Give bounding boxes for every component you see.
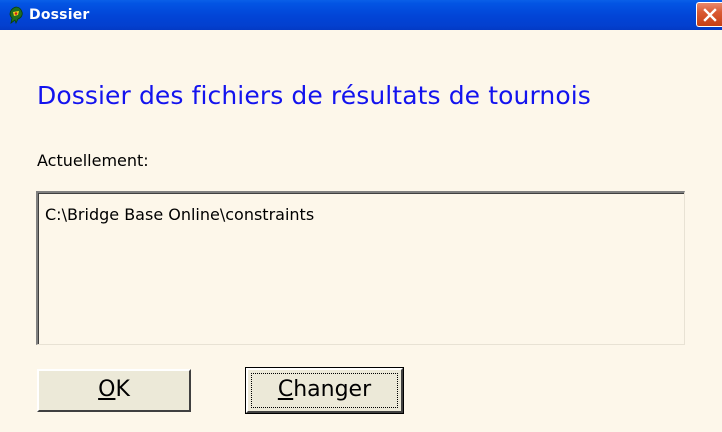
- current-folder-path: C:\Bridge Base Online\constraints: [45, 205, 315, 224]
- title-bar[interactable]: Dossier: [0, 0, 722, 30]
- ok-button-label-rest: K: [115, 377, 130, 402]
- change-button-label-rest: hanger: [293, 377, 372, 402]
- ok-button[interactable]: OK: [37, 369, 191, 412]
- dialog-heading: Dossier des fichiers de résultats de tou…: [37, 81, 591, 110]
- close-button[interactable]: [696, 2, 722, 27]
- app-icon: [8, 6, 24, 25]
- current-folder-field[interactable]: C:\Bridge Base Online\constraints: [36, 191, 685, 345]
- ok-button-label: OK: [98, 377, 130, 402]
- dossier-dialog: Dossier Dossier des fichiers de résultat…: [0, 0, 722, 432]
- change-button-label: Changer: [278, 377, 371, 402]
- window-title: Dossier: [29, 7, 90, 23]
- change-button-mnemonic: C: [277, 377, 294, 402]
- ok-button-mnemonic: O: [98, 377, 116, 402]
- current-folder-label: Actuellement:: [37, 151, 149, 170]
- close-icon: [703, 8, 717, 22]
- change-button[interactable]: Changer: [245, 367, 404, 414]
